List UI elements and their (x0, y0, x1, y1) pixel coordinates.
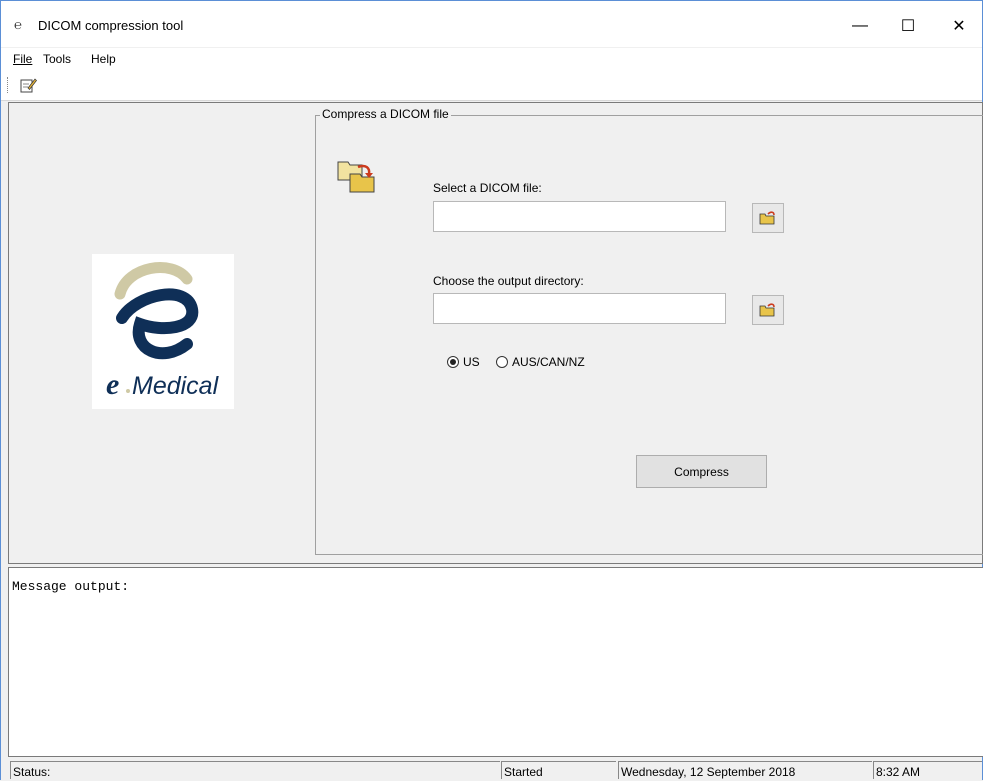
group-title: Compress a DICOM file (320, 107, 451, 121)
toolbar-grip[interactable] (7, 77, 10, 93)
browse-output-button[interactable] (752, 295, 784, 325)
logo-brand-text: Medical (132, 372, 220, 400)
message-output-text: Message output: (12, 579, 130, 594)
output-dir-label: Choose the output directory: (433, 274, 584, 288)
status-date: Wednesday, 12 September 2018 (618, 761, 872, 779)
menu-help-label: Help (91, 52, 116, 66)
status-label: Status: (10, 761, 500, 779)
menu-file[interactable]: File (13, 52, 32, 66)
output-dir-input[interactable] (433, 293, 726, 324)
radio-us-label: US (463, 355, 480, 369)
app-window: ℮ DICOM compression tool — ☐ ✕ File Tool… (0, 0, 983, 781)
compress-button-label: Compress (674, 464, 729, 479)
emedical-logo-mark: e Medical (106, 262, 220, 401)
close-button[interactable]: ✕ (936, 11, 982, 41)
title-bar: ℮ DICOM compression tool — ☐ ✕ (1, 1, 982, 47)
menu-help[interactable]: Help (91, 52, 116, 66)
minimize-icon: — (852, 17, 868, 34)
dicom-file-input[interactable] (433, 201, 726, 232)
status-time: 8:32 AM (873, 761, 982, 779)
compress-groupbox (315, 115, 983, 555)
radio-aus-indicator (496, 356, 508, 368)
maximize-button[interactable]: ☐ (885, 11, 931, 41)
app-icon: ℮ (14, 17, 22, 32)
open-folder-icon (337, 161, 375, 193)
menu-tools-label: Tools (43, 52, 72, 66)
compress-button[interactable]: Compress (636, 455, 767, 488)
dicom-file-label: Select a DICOM file: (433, 181, 542, 195)
close-icon: ✕ (952, 18, 966, 35)
radio-aus-can-nz[interactable]: AUS/CAN/NZ (496, 355, 585, 369)
folder-open-icon (759, 303, 775, 317)
emedical-logo: e Medical (92, 254, 234, 409)
radio-us[interactable]: US (447, 355, 480, 369)
menu-tools[interactable]: Tools (43, 52, 71, 66)
folder-open-icon (759, 211, 775, 225)
radio-us-indicator (447, 356, 459, 368)
status-state: Started (501, 761, 616, 779)
message-output[interactable]: Message output: (8, 567, 983, 757)
browse-dicom-button[interactable] (752, 203, 784, 233)
edit-tool-button[interactable] (18, 75, 38, 95)
minimize-button[interactable]: — (837, 11, 883, 41)
status-bar: Status: Started Wednesday, 12 September … (1, 759, 982, 781)
toolbar (1, 70, 982, 101)
menu-bar: File Tools Help (1, 48, 982, 70)
svg-text:e: e (106, 368, 119, 401)
menu-file-label: File (13, 52, 33, 66)
edit-note-icon (20, 78, 37, 93)
radio-aus-label: AUS/CAN/NZ (512, 355, 585, 369)
maximize-icon: ☐ (900, 18, 916, 35)
window-title: DICOM compression tool (38, 18, 184, 33)
